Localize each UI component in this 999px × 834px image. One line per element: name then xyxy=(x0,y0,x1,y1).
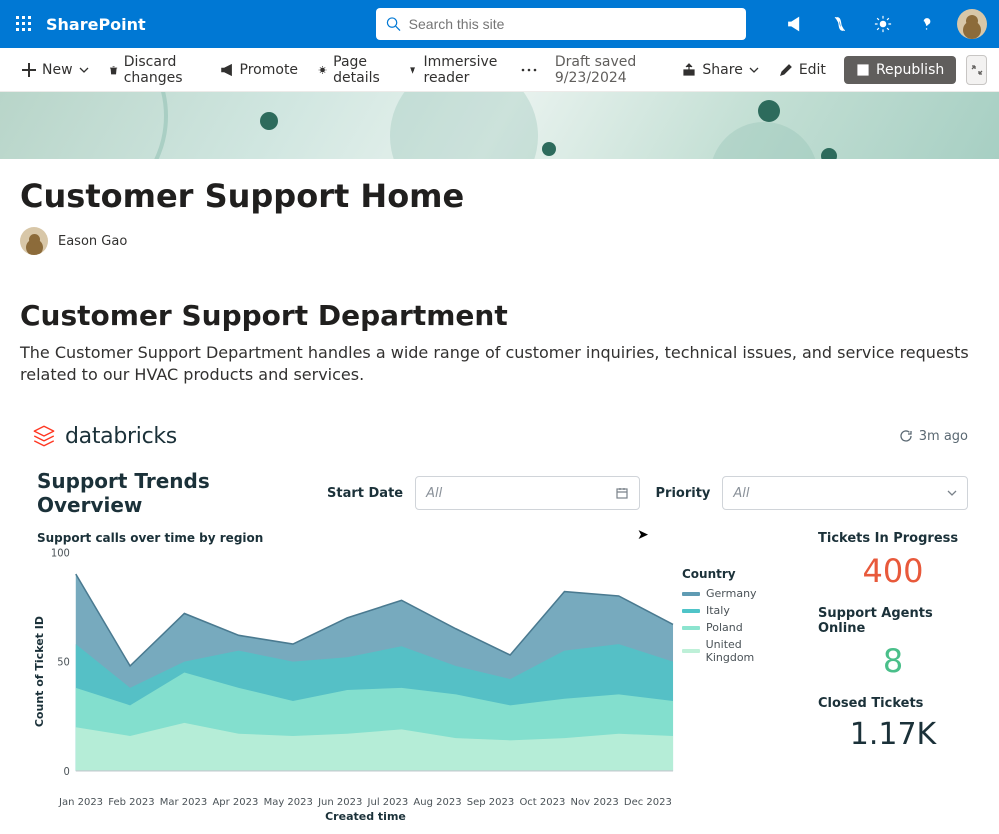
immersive-label: Immersive reader xyxy=(424,54,505,86)
chevron-down-icon xyxy=(79,65,89,75)
command-bar: New Discard changes Promote Page details… xyxy=(0,48,999,92)
chart-container: Support calls over time by region Count … xyxy=(31,531,802,823)
section-title: Customer Support Department xyxy=(20,299,979,332)
author-row: Eason Gao xyxy=(20,227,979,255)
svg-text:100: 100 xyxy=(51,548,70,559)
promote-button[interactable]: Promote xyxy=(210,56,309,84)
priority-label: Priority xyxy=(656,486,711,501)
start-date-value: All xyxy=(426,486,442,501)
edit-label: Edit xyxy=(799,62,826,78)
help-icon[interactable] xyxy=(907,0,947,48)
megaphone-icon[interactable] xyxy=(775,0,815,48)
immersive-reader-button[interactable]: Immersive reader xyxy=(398,48,515,92)
refresh-time: 3m ago xyxy=(919,429,968,444)
share-button[interactable]: Share xyxy=(672,56,768,84)
legend-item: Poland xyxy=(682,619,792,636)
svg-text:50: 50 xyxy=(57,658,70,669)
chevron-down-icon xyxy=(947,488,957,498)
kpi-label: Support Agents Online xyxy=(818,606,968,636)
kpi-column: Tickets In Progress 400 Support Agents Onl… xyxy=(818,531,968,823)
panel-title: Support Trends Overview xyxy=(31,469,311,517)
kpi-card: Support Agents Online 8 xyxy=(818,606,968,680)
legend-title: Country xyxy=(682,567,792,581)
refresh-icon xyxy=(899,429,913,443)
y-axis-label: Count of Ticket ID xyxy=(31,616,48,727)
new-button[interactable]: New xyxy=(12,56,99,84)
calendar-icon xyxy=(615,486,629,500)
chevron-down-icon xyxy=(749,65,759,75)
promote-label: Promote xyxy=(240,62,299,78)
svg-text:0: 0 xyxy=(64,767,70,778)
draft-status: Draft saved 9/23/2024 xyxy=(543,54,673,86)
more-button[interactable] xyxy=(515,62,543,78)
start-date-label: Start Date xyxy=(327,486,403,501)
discard-button[interactable]: Discard changes xyxy=(99,48,210,92)
search-input[interactable] xyxy=(409,16,736,32)
start-date-filter[interactable]: All xyxy=(415,476,639,510)
discard-label: Discard changes xyxy=(124,54,200,86)
priority-value: All xyxy=(733,486,749,501)
legend-item: Italy xyxy=(682,602,792,619)
databricks-brand: databricks xyxy=(65,424,177,449)
databricks-embed: databricks 3m ago Support Trends Overvie… xyxy=(20,416,979,824)
waffle-icon[interactable] xyxy=(8,8,40,40)
hero-banner xyxy=(0,92,999,159)
edit-button[interactable]: Edit xyxy=(769,56,836,84)
copilot-icon[interactable] xyxy=(819,0,859,48)
priority-filter[interactable]: All xyxy=(722,476,968,510)
databricks-icon xyxy=(31,423,57,449)
kpi-card: Closed Tickets 1.17K xyxy=(818,696,968,752)
avatar[interactable] xyxy=(957,9,987,39)
author-name[interactable]: Eason Gao xyxy=(58,234,127,249)
page-details-label: Page details xyxy=(333,54,388,86)
search-box[interactable] xyxy=(376,8,746,40)
search-icon xyxy=(386,16,401,32)
kpi-value: 400 xyxy=(818,552,968,590)
x-axis-label: Created time xyxy=(59,810,672,823)
section-body: The Customer Support Department handles … xyxy=(20,342,979,386)
author-avatar[interactable] xyxy=(20,227,48,255)
kpi-label: Tickets In Progress xyxy=(818,531,968,546)
databricks-logo: databricks xyxy=(31,423,177,449)
legend-item: Germany xyxy=(682,585,792,602)
kpi-value: 1.17K xyxy=(818,717,968,752)
new-label: New xyxy=(42,62,73,78)
collapse-button[interactable] xyxy=(966,55,987,85)
app-name[interactable]: SharePoint xyxy=(46,15,146,34)
kpi-label: Closed Tickets xyxy=(818,696,968,711)
page-title: Customer Support Home xyxy=(20,177,979,215)
page-details-button[interactable]: Page details xyxy=(308,48,398,92)
refresh-status[interactable]: 3m ago xyxy=(899,429,968,444)
chart-legend: Country GermanyItalyPolandUnited Kingdom xyxy=(682,567,792,666)
share-label: Share xyxy=(702,62,742,78)
chart-title: Support calls over time by region xyxy=(37,531,802,545)
legend-item: United Kingdom xyxy=(682,636,792,666)
suite-bar: SharePoint xyxy=(0,0,999,48)
kpi-value: 8 xyxy=(818,642,968,680)
kpi-card: Tickets In Progress 400 xyxy=(818,531,968,590)
gear-icon[interactable] xyxy=(863,0,903,48)
republish-button[interactable]: Republish xyxy=(844,56,956,84)
x-ticks: Jan 2023Feb 2023Mar 2023Apr 2023May 2023… xyxy=(59,797,672,808)
republish-label: Republish xyxy=(876,62,944,78)
page-canvas: Customer Support Home Eason Gao Customer… xyxy=(0,159,999,834)
